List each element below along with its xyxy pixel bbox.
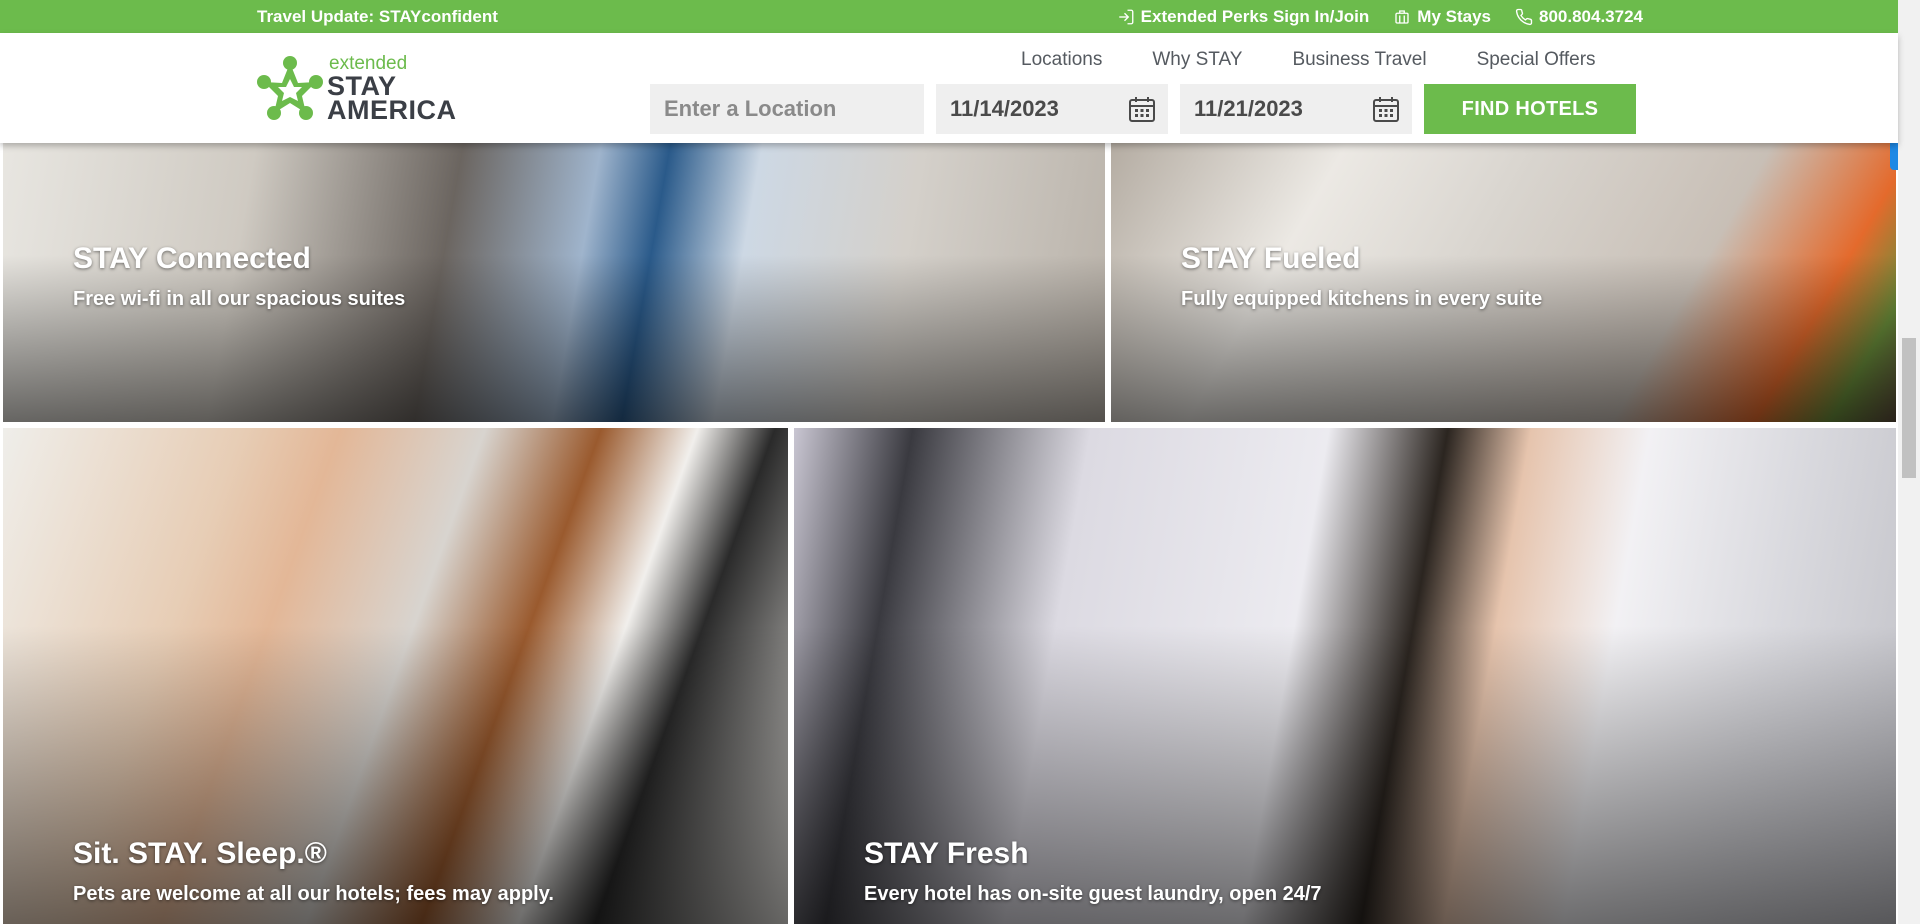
- phone-number: 800.804.3724: [1539, 7, 1643, 26]
- location-input[interactable]: Enter a Location: [650, 84, 924, 134]
- promo-tile-fresh[interactable]: STAY Fresh Every hotel has on-site guest…: [794, 428, 1896, 924]
- checkin-date-field[interactable]: 11/14/2023: [936, 84, 1168, 134]
- site-header: extended STAY AMERICA Locations Why STAY…: [0, 33, 1898, 143]
- my-stays-label: My Stays: [1417, 7, 1491, 26]
- checkin-date-value: 11/14/2023: [950, 96, 1059, 121]
- promo-tile-fueled[interactable]: STAY Fueled Fully equipped kitchens in e…: [1111, 143, 1896, 422]
- perks-signin-label: Extended Perks Sign In/Join: [1140, 7, 1370, 26]
- tile-shade: [1111, 254, 1896, 422]
- promo-tile-connected[interactable]: STAY Connected Free wi-fi in all our spa…: [3, 143, 1105, 422]
- checkout-date-value: 11/21/2023: [1194, 96, 1303, 121]
- tile-title: Sit. STAY. Sleep.®: [73, 837, 327, 870]
- page-scrollbar[interactable]: [1898, 0, 1920, 924]
- calendar-icon[interactable]: [1128, 95, 1156, 123]
- nav-business-travel[interactable]: Business Travel: [1292, 49, 1426, 71]
- sign-in-icon: [1118, 9, 1134, 25]
- tile-subtitle: Free wi-fi in all our spacious suites: [73, 288, 406, 310]
- scrollbar-thumb[interactable]: [1902, 338, 1916, 478]
- tile-subtitle: Every hotel has on-site guest laundry, o…: [864, 883, 1322, 905]
- tile-subtitle: Pets are welcome at all our hotels; fees…: [73, 883, 554, 905]
- nav-locations[interactable]: Locations: [1021, 49, 1102, 71]
- tile-shade: [3, 254, 1105, 422]
- find-hotels-button[interactable]: FIND HOTELS: [1424, 84, 1636, 134]
- tile-subtitle: Fully equipped kitchens in every suite: [1181, 288, 1543, 310]
- phone-link[interactable]: 800.804.3724: [1515, 7, 1643, 27]
- star-logo-icon: [257, 56, 323, 120]
- hotel-search-bar: Enter a Location 11/14/2023 11/21/2023 F…: [650, 84, 1636, 134]
- utility-links: Extended Perks Sign In/Join My Stays 800…: [1117, 7, 1643, 27]
- main-nav: Locations Why STAY Business Travel Speci…: [1021, 49, 1596, 71]
- tile-shade: [3, 626, 788, 924]
- logo-america: AMERICA: [327, 95, 457, 125]
- promo-tile-pets[interactable]: Sit. STAY. Sleep.® Pets are welcome at a…: [3, 428, 788, 924]
- nav-why-stay[interactable]: Why STAY: [1152, 49, 1242, 71]
- tile-title: STAY Fueled: [1181, 242, 1361, 275]
- tile-title: STAY Fresh: [864, 837, 1029, 870]
- nav-special-offers[interactable]: Special Offers: [1477, 49, 1596, 71]
- suitcase-icon: [1395, 10, 1409, 24]
- phone-icon: [1515, 8, 1533, 26]
- travel-update-link[interactable]: Travel Update: STAYconfident: [257, 7, 498, 27]
- checkout-date-field[interactable]: 11/21/2023: [1180, 84, 1412, 134]
- top-utility-bar: Travel Update: STAYconfident Extended Pe…: [0, 0, 1898, 33]
- perks-signin-link[interactable]: Extended Perks Sign In/Join: [1117, 7, 1370, 27]
- brand-logo[interactable]: extended STAY AMERICA: [255, 53, 460, 125]
- calendar-icon[interactable]: [1372, 95, 1400, 123]
- tile-shade: [794, 626, 1896, 924]
- tile-title: STAY Connected: [73, 242, 311, 275]
- my-stays-link[interactable]: My Stays: [1393, 7, 1491, 27]
